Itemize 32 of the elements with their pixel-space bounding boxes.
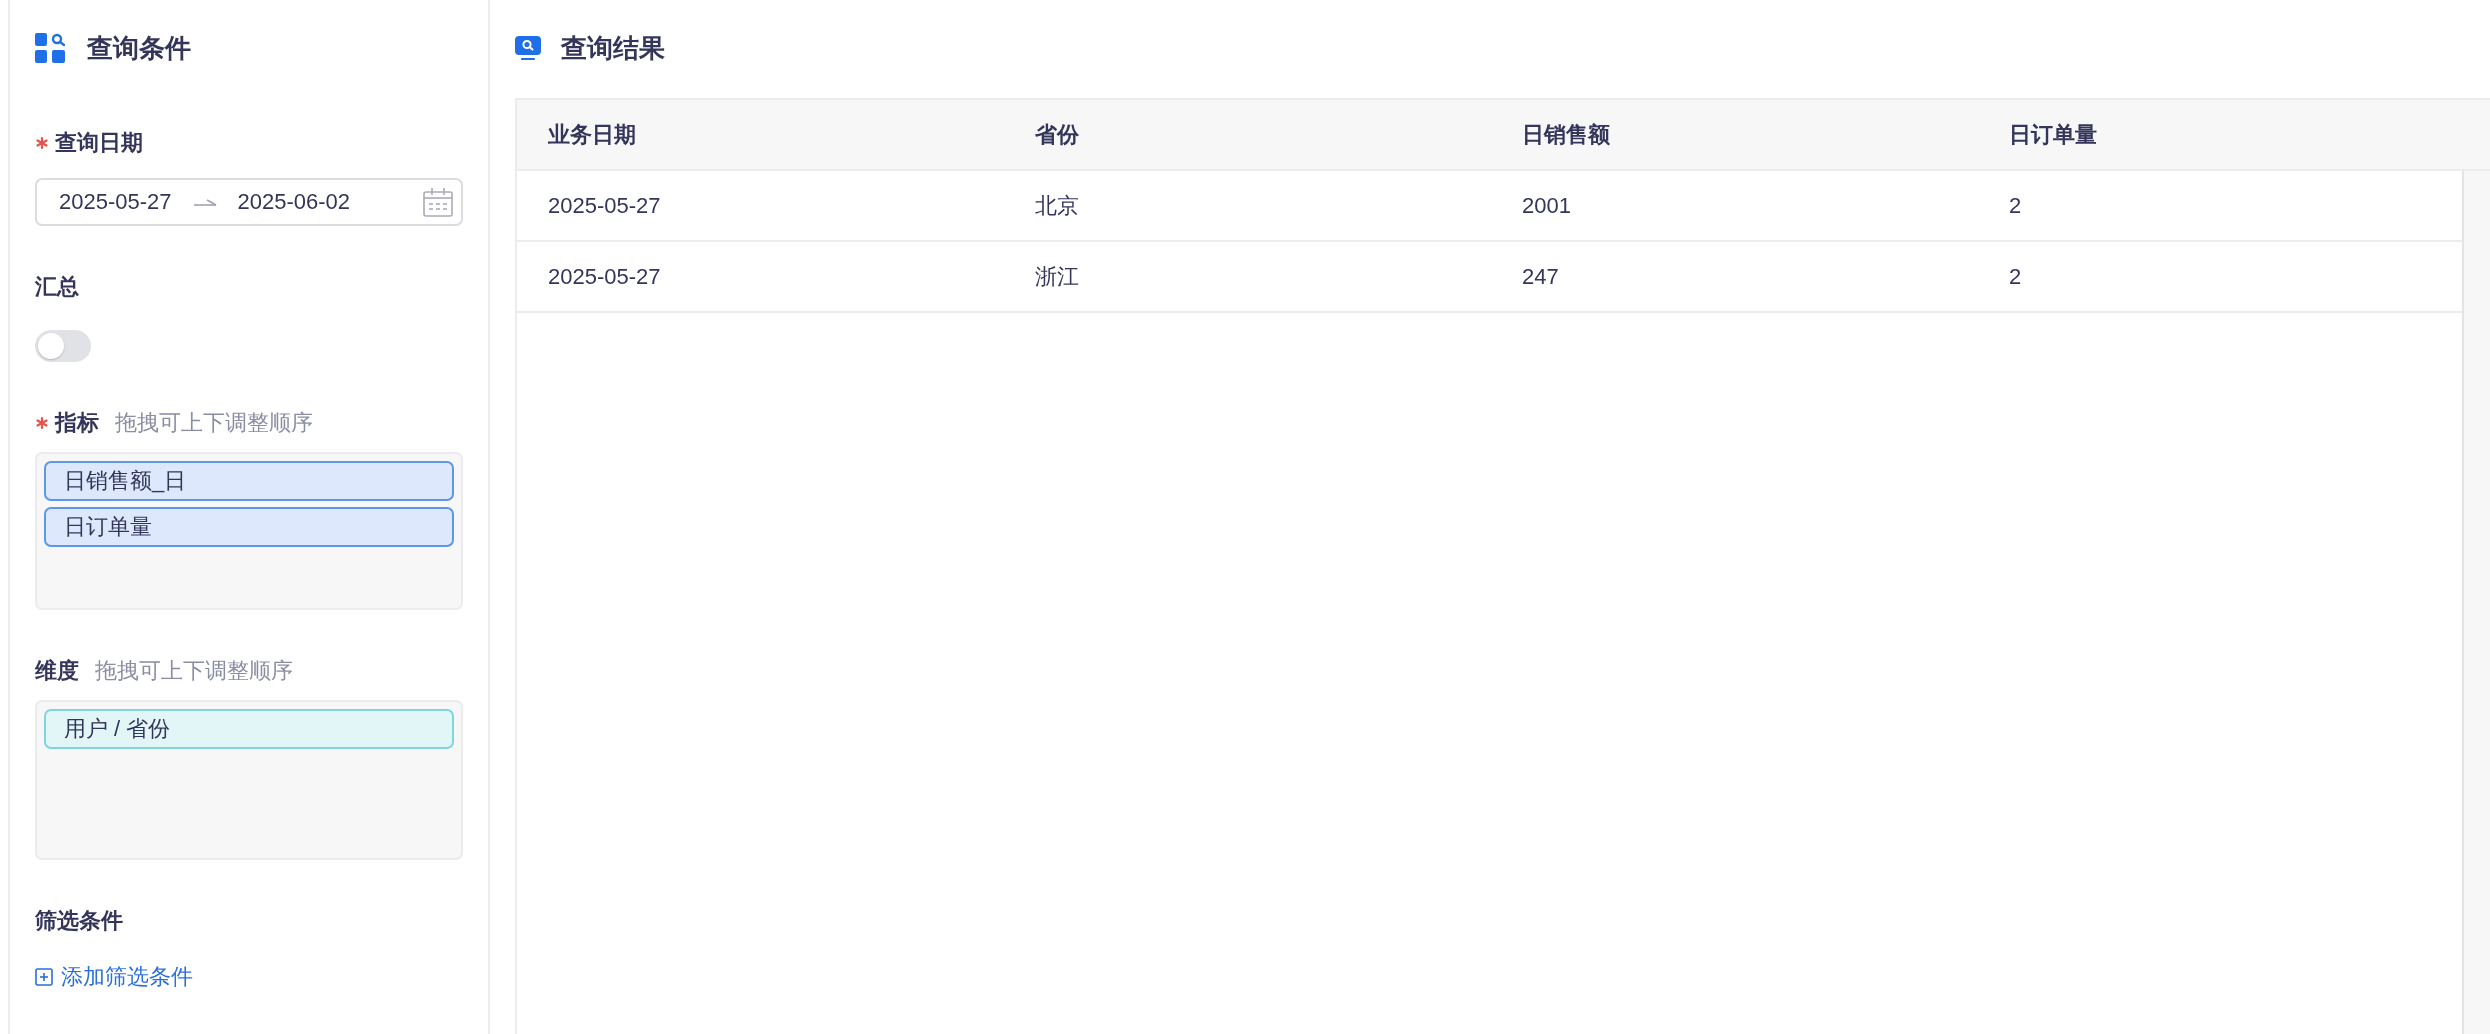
table-cell-text: 2025-05-27 [547,192,662,219]
panel-title: 查询结果 [561,31,665,65]
table-cell-text: 2 [2008,192,2023,219]
dimension-chip[interactable]: 用户 / 省份 [44,709,454,749]
field-label: 指标 [55,409,99,437]
column-header: 日销售额 [1521,120,1611,149]
arrow-icon [193,196,218,208]
table-cell-text: 浙江 [1034,262,1080,291]
table-cell-text: 2 [2008,263,2023,290]
metric-chip[interactable]: 日订单量 [44,507,454,547]
dashboard-search-icon [35,33,65,63]
field-label: 筛选条件 [35,907,123,935]
table-cell-text: 2001 [1521,192,1572,219]
date-range-field[interactable]: 2025-05-27 2025-06-02 [35,178,463,226]
column-header: 业务日期 [547,120,637,149]
field-label: 查询日期 [55,129,143,157]
metric-chip[interactable]: 日销售额_日 [44,461,454,501]
add-filter-link[interactable]: 添加筛选条件 [35,962,193,992]
plus-square-icon [35,968,53,986]
table-cell-text: 247 [1521,263,1560,290]
field-label: 汇总 [35,273,79,301]
column-header: 日订单量 [2008,120,2098,149]
field-label: 维度 [35,657,79,685]
table-cell-text: 2025-05-27 [547,263,662,290]
table-cell-text: 北京 [1034,191,1080,220]
field-hint: 拖拽可上下调整顺序 [115,409,313,437]
field-hint: 拖拽可上下调整顺序 [95,657,293,685]
toggle-switch[interactable] [35,330,91,362]
column-header: 省份 [1034,120,1080,149]
calendar-icon [423,187,453,217]
search-monitor-icon [515,35,541,61]
panel-title: 查询条件 [87,31,191,65]
